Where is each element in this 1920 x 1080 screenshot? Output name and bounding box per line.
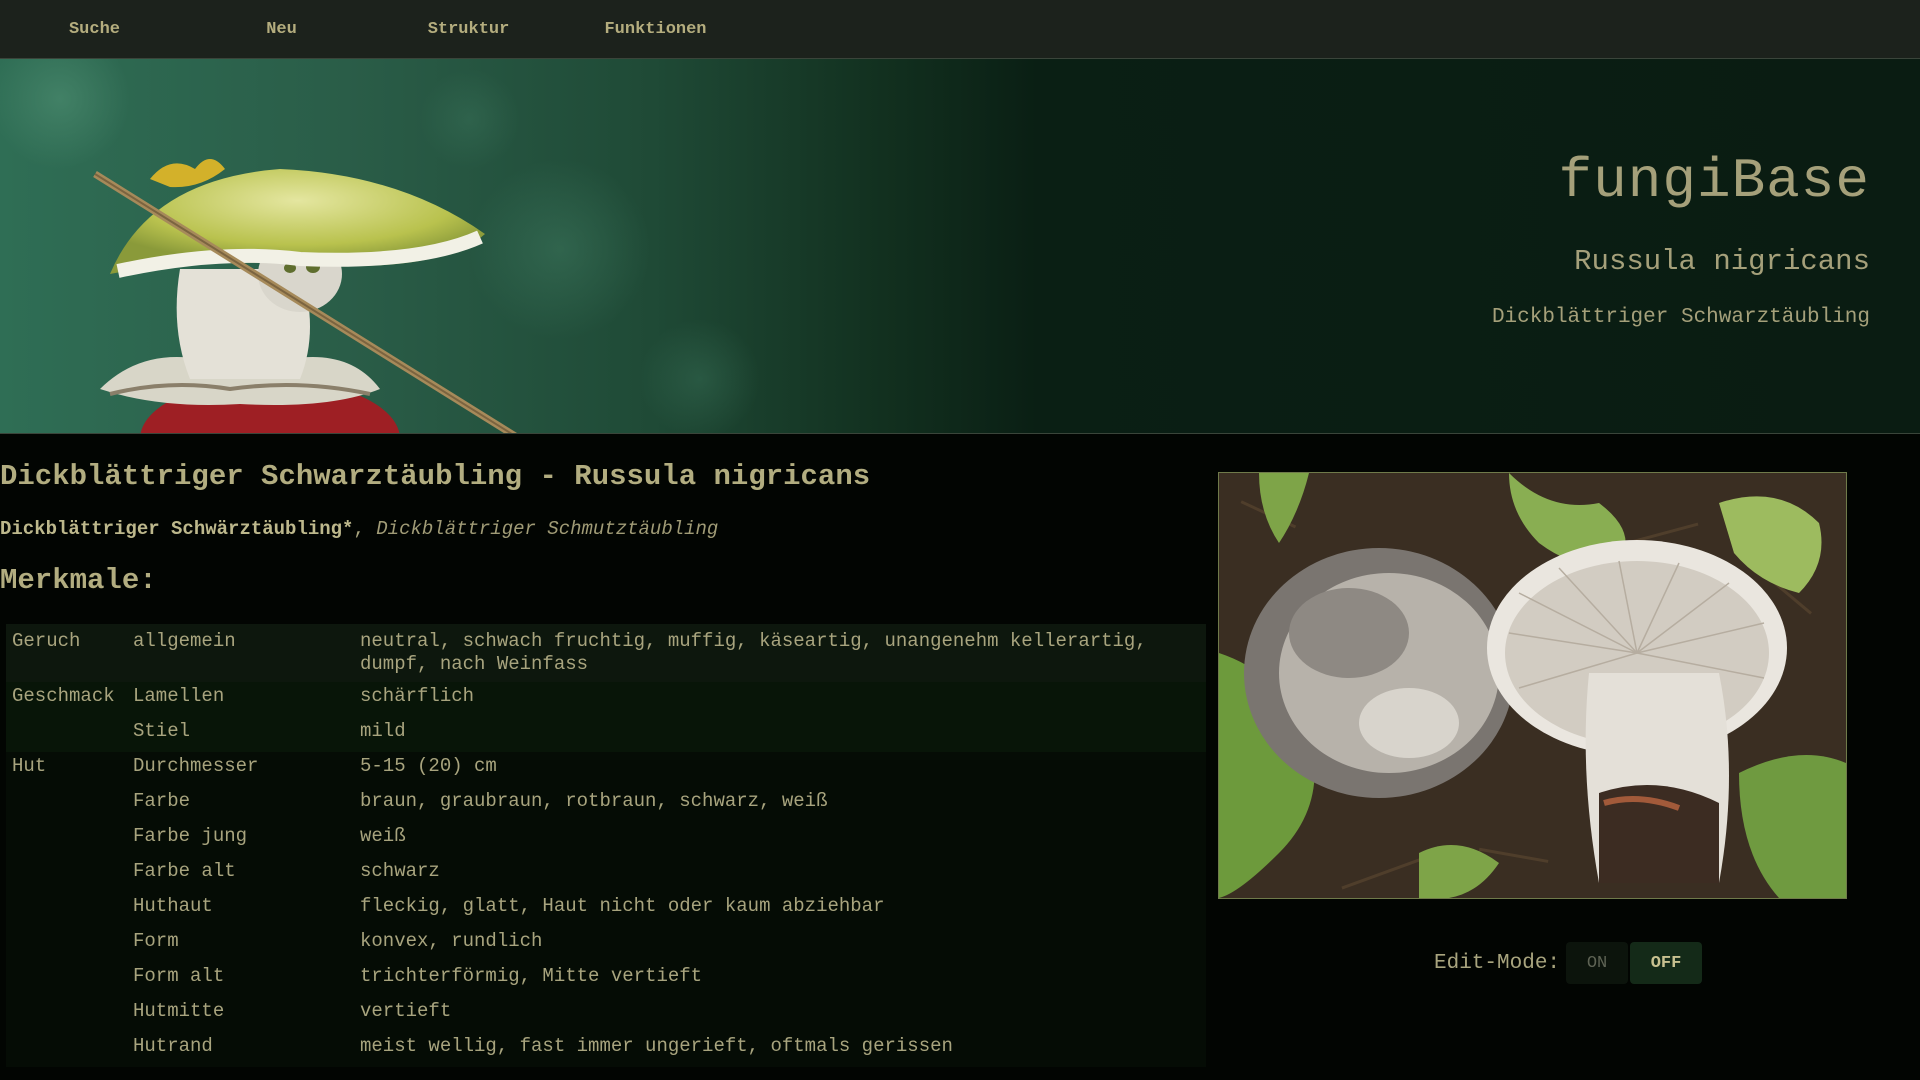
brand-block: fungiBase Russula nigricans Dickblättrig… — [1492, 149, 1870, 329]
feature-group — [6, 717, 127, 752]
feature-property: Stiel — [127, 717, 354, 752]
feature-value: vertieft — [354, 997, 1206, 1032]
feature-property: Farbe — [127, 787, 354, 822]
table-row: Hut Durchmesser 5-15 (20) cm — [6, 752, 1206, 787]
edit-mode-off-button[interactable]: OFF — [1630, 942, 1703, 984]
feature-property: allgemein — [127, 624, 354, 682]
table-row: Hutmitte vertieft — [6, 997, 1206, 1032]
feature-group — [6, 787, 127, 822]
feature-group — [6, 857, 127, 892]
table-row: Farbe jung weiß — [6, 822, 1206, 857]
feature-group: Hut — [6, 752, 127, 787]
feature-value: schwarz — [354, 857, 1206, 892]
feature-value: fleckig, glatt, Haut nicht oder kaum abz… — [354, 892, 1206, 927]
nav-item-struktur[interactable]: Struktur — [375, 20, 562, 39]
nav-item-funktionen[interactable]: Funktionen — [562, 20, 749, 39]
feature-property: Lamellen — [127, 682, 354, 717]
mushroom-photo-image — [1219, 473, 1846, 898]
feature-group — [6, 962, 127, 997]
features-table: Geruch allgemein neutral, schwach frucht… — [6, 624, 1206, 1067]
feature-value: braun, graubraun, rotbraun, schwarz, wei… — [354, 787, 1206, 822]
table-row: Form alt trichterförmig, Mitte vertieft — [6, 962, 1206, 997]
top-navigation: Suche Neu Struktur Funktionen — [0, 0, 1920, 59]
table-row: Form konvex, rundlich — [6, 927, 1206, 962]
feature-group — [6, 822, 127, 857]
feature-property: Farbe jung — [127, 822, 354, 857]
edit-mode-on-button[interactable]: ON — [1566, 942, 1629, 984]
synonym-primary: Dickblättriger Schwärztäubling* — [0, 518, 354, 540]
table-row: Farbe braun, graubraun, rotbraun, schwar… — [6, 787, 1206, 822]
table-row: Geschmack Lamellen schärflich — [6, 682, 1206, 717]
synonym-secondary: Dickblättriger Schmutztäubling — [376, 518, 719, 540]
feature-value: neutral, schwach fruchtig, muffig, käsea… — [354, 624, 1206, 682]
mushroom-character-illustration — [0, 59, 760, 433]
feature-value: weiß — [354, 822, 1206, 857]
species-common-name: Dickblättriger Schwarztäubling — [1491, 306, 1870, 329]
header-banner: fungiBase Russula nigricans Dickblättrig… — [0, 59, 1920, 434]
feature-property: Farbe alt — [127, 857, 354, 892]
feature-value: konvex, rundlich — [354, 927, 1206, 962]
feature-property: Durchmesser — [127, 752, 354, 787]
synonym-separator: , — [353, 518, 377, 540]
feature-group — [6, 927, 127, 962]
page-title: Dickblättriger Schwarztäubling - Russula… — [0, 460, 871, 493]
species-photo[interactable] — [1218, 472, 1847, 899]
feature-group — [6, 997, 127, 1032]
nav-item-neu[interactable]: Neu — [188, 20, 375, 39]
feature-property: Huthaut — [127, 892, 354, 927]
table-row: Farbe alt schwarz — [6, 857, 1206, 892]
edit-mode-label: Edit-Mode: — [1434, 951, 1561, 975]
table-row: Stiel mild — [6, 717, 1206, 752]
edit-mode-toggle: Edit-Mode: ON OFF — [1434, 942, 1703, 984]
feature-group — [6, 1032, 127, 1067]
site-title[interactable]: fungiBase — [1492, 149, 1870, 213]
feature-value: mild — [354, 717, 1206, 752]
table-row: Geruch allgemein neutral, schwach frucht… — [6, 624, 1206, 682]
feature-value: 5-15 (20) cm — [354, 752, 1206, 787]
features-heading: Merkmale: — [0, 564, 157, 597]
nav-item-suche[interactable]: Suche — [1, 20, 188, 39]
feature-group — [6, 892, 127, 927]
feature-property: Hutrand — [127, 1032, 354, 1067]
feature-property: Hutmitte — [127, 997, 354, 1032]
feature-group: Geruch — [6, 624, 127, 682]
feature-group: Geschmack — [6, 682, 127, 717]
feature-value: meist wellig, fast immer ungerieft, oftm… — [354, 1032, 1206, 1067]
species-scientific-name: Russula nigricans — [1574, 245, 1870, 278]
feature-property: Form alt — [127, 962, 354, 997]
synonym-list: Dickblättriger Schwärztäubling*, Dickblä… — [0, 518, 718, 540]
feature-property: Form — [127, 927, 354, 962]
table-row: Huthaut fleckig, glatt, Haut nicht oder … — [6, 892, 1206, 927]
feature-value: schärflich — [354, 682, 1206, 717]
feature-value: trichterförmig, Mitte vertieft — [354, 962, 1206, 997]
table-row: Hutrand meist wellig, fast immer ungerie… — [6, 1032, 1206, 1067]
